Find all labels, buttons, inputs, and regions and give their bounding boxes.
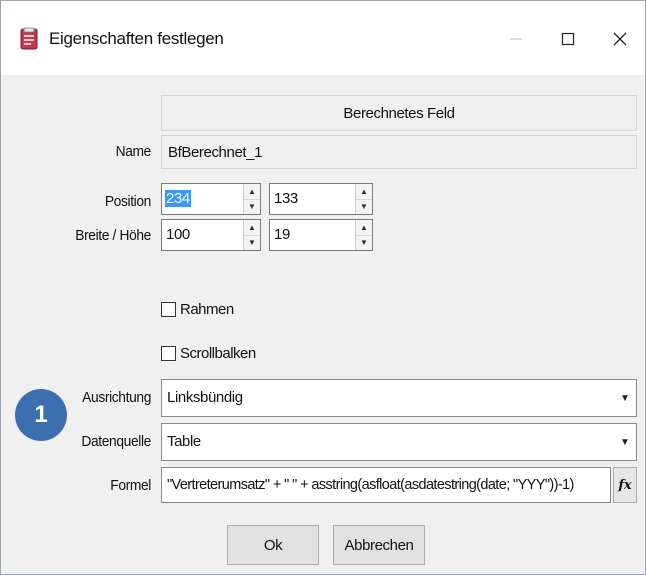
size-label: Breite / Höhe <box>75 227 151 244</box>
formel-input[interactable]: "Vertreterumsatz" + " " + asstring(asflo… <box>161 467 611 503</box>
spin-up-icon[interactable]: ▲ <box>244 184 260 200</box>
spinner-arrows: ▲ ▼ <box>243 220 260 250</box>
name-label: Name <box>115 143 152 160</box>
spin-down-icon[interactable]: ▼ <box>244 199 260 214</box>
ausrichtung-label: Ausrichtung <box>82 389 151 406</box>
rahmen-checkbox-row[interactable]: Rahmen <box>161 301 234 318</box>
cancel-button[interactable]: Abbrechen <box>333 525 425 565</box>
spin-up-icon[interactable]: ▲ <box>356 220 372 236</box>
window-title: Eigenschaften festlegen <box>49 29 224 48</box>
form-properties-icon <box>19 27 41 51</box>
datenquelle-label: Datenquelle <box>81 433 151 450</box>
dropdown-arrow-icon[interactable]: ▼ <box>614 424 636 460</box>
name-field: BfBerechnet_1 <box>161 135 637 169</box>
spin-down-icon[interactable]: ▼ <box>356 199 372 214</box>
minimize-icon <box>510 38 522 40</box>
ausrichtung-value: Linksbündig <box>167 389 243 406</box>
rahmen-checkbox[interactable] <box>161 302 176 317</box>
spin-down-icon[interactable]: ▼ <box>244 235 260 250</box>
height-spinner[interactable]: 19 ▲ ▼ <box>269 219 373 251</box>
dropdown-arrow-icon[interactable]: ▼ <box>614 380 636 416</box>
spinner-arrows: ▲ ▼ <box>355 220 372 250</box>
scrollbalken-checkbox-row[interactable]: Scrollbalken <box>161 345 256 362</box>
maximize-icon <box>561 32 575 46</box>
ausrichtung-select[interactable]: Linksbündig ▼ <box>161 379 637 417</box>
formel-label: Formel <box>110 477 151 494</box>
function-fx-icon: fx <box>618 477 632 493</box>
width-spinner[interactable]: 100 ▲ ▼ <box>161 219 261 251</box>
title-bar: Eigenschaften festlegen <box>1 1 645 75</box>
position-y-spinner[interactable]: 133 ▲ ▼ <box>269 183 373 215</box>
rahmen-label[interactable]: Rahmen <box>180 301 234 318</box>
formel-value[interactable]: "Vertreterumsatz" + " " + asstring(asflo… <box>167 477 574 493</box>
spin-down-icon[interactable]: ▼ <box>356 235 372 250</box>
formula-editor-button[interactable]: fx <box>613 467 637 503</box>
scrollbalken-checkbox[interactable] <box>161 346 176 361</box>
position-y-value[interactable]: 133 <box>274 190 298 207</box>
close-icon <box>613 32 627 46</box>
properties-dialog: Eigenschaften festlegen Berechnetes Feld… <box>0 0 646 575</box>
position-label: Position <box>104 193 152 210</box>
datenquelle-value: Table <box>167 433 201 450</box>
close-button[interactable] <box>597 19 643 59</box>
spinner-arrows: ▲ ▼ <box>355 184 372 214</box>
ok-button[interactable]: Ok <box>227 525 319 565</box>
field-type-header: Berechnetes Feld <box>161 95 637 131</box>
minimize-button[interactable] <box>493 19 539 59</box>
width-value[interactable]: 100 <box>166 226 190 243</box>
position-x-spinner[interactable]: 234 ▲ ▼ <box>161 183 261 215</box>
scrollbalken-label[interactable]: Scrollbalken <box>180 345 256 362</box>
spinner-arrows: ▲ ▼ <box>243 184 260 214</box>
maximize-button[interactable] <box>545 19 591 59</box>
datenquelle-select[interactable]: Table ▼ <box>161 423 637 461</box>
position-x-value[interactable]: 234 <box>165 190 191 207</box>
spin-up-icon[interactable]: ▲ <box>244 220 260 236</box>
height-value[interactable]: 19 <box>274 226 290 243</box>
spin-up-icon[interactable]: ▲ <box>356 184 372 200</box>
